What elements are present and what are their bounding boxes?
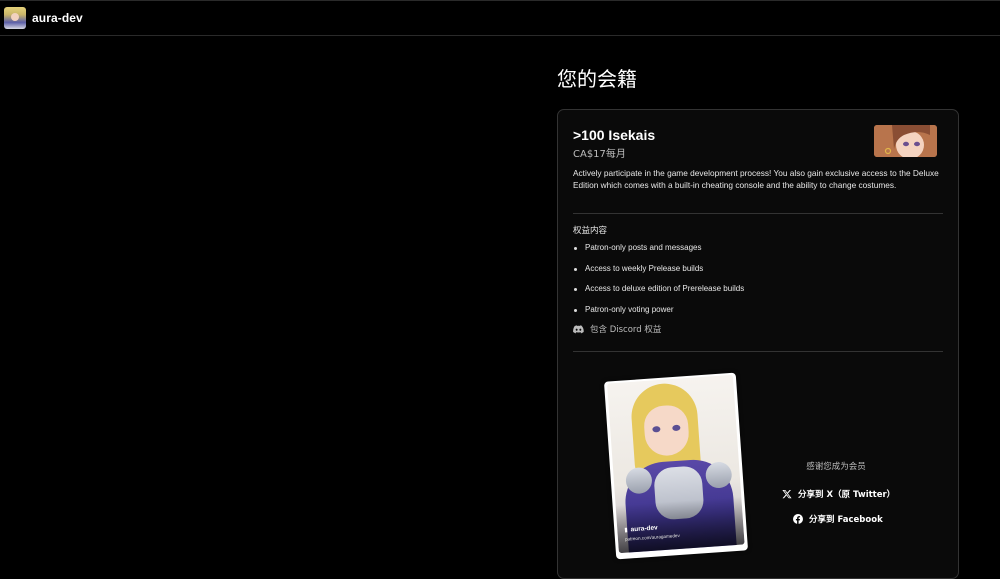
share-card-image: ▮ aura-dev patreon.com/auragamedev: [603, 372, 749, 560]
page-title: 您的会籍: [557, 67, 637, 91]
share-facebook-button[interactable]: 分享到 Facebook: [793, 513, 883, 525]
share-x-button[interactable]: 分享到 X（原 Twitter）: [782, 488, 895, 500]
benefit-item: Access to weekly Prelease builds: [573, 259, 744, 280]
discord-benefit: 包含 Discord 权益: [573, 323, 661, 335]
tier-price: CA$17每月: [573, 149, 626, 160]
tier-art-icon: [874, 125, 937, 157]
tier-description: Actively participate in the game develop…: [573, 168, 939, 191]
patreon-icon: ▮: [624, 527, 628, 534]
benefits-heading: 权益内容: [573, 226, 608, 236]
top-bar: aura-dev: [0, 0, 1000, 36]
divider: [573, 213, 943, 214]
benefit-list: Patron-only posts and messages Access to…: [573, 238, 744, 320]
facebook-icon: [793, 514, 803, 524]
share-facebook-label: 分享到 Facebook: [809, 515, 883, 525]
divider: [573, 351, 943, 352]
benefit-item: Access to deluxe edition of Prerelease b…: [573, 279, 744, 300]
x-logo-icon: [782, 489, 792, 499]
discord-icon: [573, 324, 584, 333]
discord-benefit-label: 包含 Discord 权益: [590, 325, 662, 335]
tier-name: >100 Isekais: [573, 127, 656, 143]
benefit-item: Patron-only voting power: [573, 300, 744, 321]
share-x-label: 分享到 X（原 Twitter）: [798, 490, 896, 500]
membership-card: >100 Isekais CA$17每月 Actively participat…: [557, 109, 959, 579]
creator-avatar[interactable]: [4, 7, 26, 29]
benefit-item: Patron-only posts and messages: [573, 238, 744, 259]
tier-image: [874, 125, 937, 157]
thanks-text: 感谢您成为会员: [806, 462, 866, 472]
creator-name[interactable]: aura-dev: [32, 11, 83, 25]
